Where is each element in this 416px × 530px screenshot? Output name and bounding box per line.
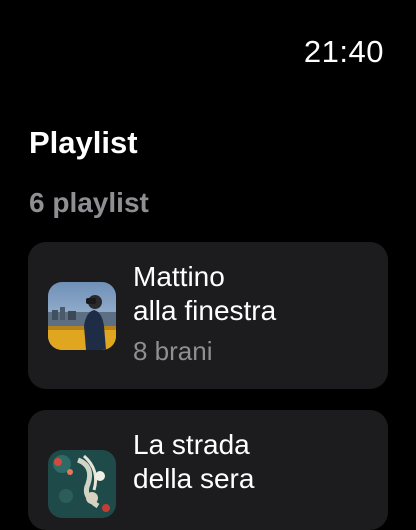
abstract-floral-art-icon xyxy=(48,450,116,518)
person-window-photo-icon xyxy=(48,282,116,350)
playlist-title: Mattino alla finestra xyxy=(133,261,277,326)
playlist-card-strada[interactable]: La strada della sera xyxy=(28,410,388,530)
playlist-track-count: 8 brani xyxy=(133,336,213,366)
status-time: 21:40 xyxy=(303,34,384,69)
playlist-count: 6 playlist xyxy=(29,187,149,218)
playlist-card-mattino[interactable]: Mattino alla finestra 8 brani xyxy=(28,242,388,389)
playlist-title: La strada della sera xyxy=(133,429,255,494)
page-title: Playlist xyxy=(29,125,138,160)
